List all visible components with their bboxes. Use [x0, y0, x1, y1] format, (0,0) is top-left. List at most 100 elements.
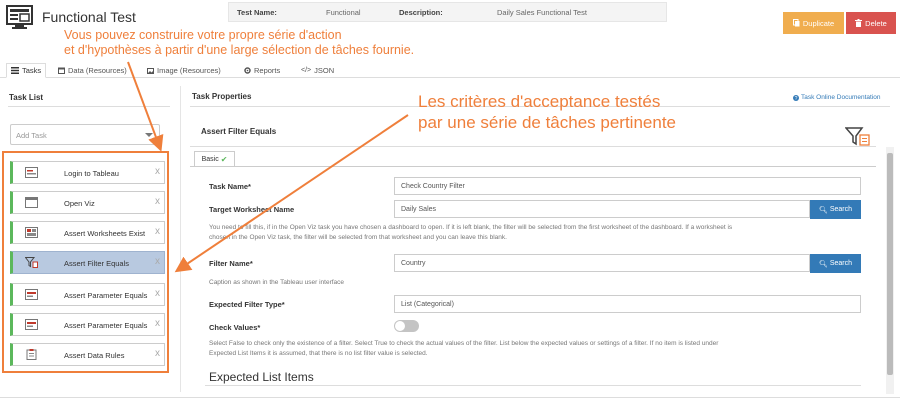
remove-task-icon[interactable]: x — [155, 226, 160, 237]
divider — [190, 166, 876, 167]
parameter-icon — [25, 319, 38, 330]
main-tabs: Tasks Data (Resources) Image (Resources)… — [0, 61, 900, 78]
remove-task-icon[interactable]: x — [155, 288, 160, 299]
add-task-select[interactable]: Add Task — [10, 124, 160, 145]
check-icon: ✔ — [220, 154, 228, 164]
task-list-highlight-box: Login to Tableau x Open Viz x Assert Wor… — [2, 151, 169, 373]
check-values-help: Select False to check only the existence… — [209, 339, 861, 359]
task-card-title: Assert Filter Equals — [201, 127, 277, 136]
divider — [205, 385, 861, 386]
expected-list-items-title: Expected List Items — [209, 370, 314, 384]
tab-image-label: Image (Resources) — [157, 66, 221, 75]
task-item-assert-parameter-equals[interactable]: Assert Parameter Equals x — [10, 283, 165, 306]
clipboard-icon — [26, 349, 37, 360]
check-values-help-line2: Expected List Items it is assumed, that … — [209, 350, 428, 357]
search-label: Search — [829, 206, 853, 213]
add-task-placeholder: Add Task — [16, 131, 47, 140]
annotation-acceptance-criteria: Les critères d'acceptance testés par une… — [418, 91, 818, 133]
list-icon — [11, 67, 19, 74]
task-label: Login to Tableau — [64, 169, 119, 178]
tab-tasks-label: Tasks — [22, 66, 42, 75]
remove-task-icon[interactable]: x — [155, 348, 160, 359]
expected-filter-type-select[interactable]: List (Categorical) — [394, 295, 861, 313]
check-values-label: Check Values* — [209, 323, 261, 332]
parameter-icon — [25, 289, 38, 300]
target-worksheet-input[interactable]: Daily Sales — [394, 200, 810, 218]
remove-task-icon[interactable]: x — [155, 256, 160, 267]
trash-icon — [855, 19, 863, 27]
annotation-arrow-left — [174, 114, 409, 273]
task-label: Open Viz — [64, 199, 95, 208]
task-item-login-to-tableau[interactable]: Login to Tableau x — [10, 161, 165, 184]
calendar-icon — [58, 67, 65, 74]
panel-divider — [180, 86, 181, 392]
toggle-knob — [395, 321, 405, 331]
filter-name-label: Filter Name* — [209, 259, 253, 268]
target-worksheet-help-line2: chosen in the Open Viz task, the filter … — [209, 234, 507, 241]
worksheet-icon — [25, 227, 38, 238]
delete-button[interactable]: Delete — [846, 12, 896, 34]
task-label: Assert Parameter Equals — [64, 321, 148, 330]
filter-name-help: Caption as shown in the Tableau user int… — [209, 279, 345, 286]
task-item-assert-data-rules[interactable]: Assert Data Rules x — [10, 343, 165, 366]
tab-reports[interactable]: Reports — [240, 63, 284, 78]
task-item-open-viz[interactable]: Open Viz x — [10, 191, 165, 214]
window-icon — [25, 197, 38, 208]
task-name-input[interactable]: Check Country Filter — [394, 177, 861, 195]
code-icon: </> — [301, 67, 312, 74]
annotation-acceptance-line1: Les critères d'acceptance testés — [418, 92, 661, 111]
filter-icon — [25, 257, 38, 268]
tab-basic[interactable]: Basic ✔ — [194, 151, 235, 167]
scrollbar-thumb[interactable] — [887, 153, 893, 375]
target-worksheet-help: You need to fill this, if in the Open Vi… — [209, 223, 861, 243]
expected-filter-type-label: Expected Filter Type* — [209, 300, 285, 309]
target-worksheet-help-line1: You need to fill this, if in the Open Vi… — [209, 224, 733, 231]
gear-icon — [244, 67, 251, 74]
target-worksheet-label: Target Worksheet Name — [209, 205, 295, 214]
annotation-task-series-line1: Vous pouvez construire votre propre séri… — [64, 28, 342, 42]
divider — [8, 106, 170, 107]
task-label: Assert Worksheets Exist — [64, 229, 146, 238]
divider — [0, 397, 900, 398]
login-icon — [25, 167, 38, 178]
remove-task-icon[interactable]: x — [155, 166, 160, 177]
task-label: Assert Filter Equals — [64, 259, 130, 268]
task-name-label: Task Name* — [209, 182, 251, 191]
duplicate-label: Duplicate — [802, 18, 835, 28]
test-name-label: Test Name: — [237, 8, 277, 17]
tab-data-label: Data (Resources) — [68, 66, 127, 75]
delete-label: Delete — [865, 18, 887, 28]
task-item-assert-filter-equals[interactable]: Assert Filter Equals x — [10, 251, 165, 274]
tab-reports-label: Reports — [254, 66, 281, 75]
test-name-value: Functional — [326, 8, 361, 17]
duplicate-button[interactable]: Duplicate — [783, 12, 844, 34]
filter-name-search-button[interactable]: 🔍︎ Search — [810, 254, 861, 273]
check-values-toggle[interactable] — [394, 320, 419, 332]
tab-image-resources[interactable]: Image (Resources) — [143, 63, 225, 78]
remove-task-icon[interactable]: x — [155, 318, 160, 329]
task-item-assert-parameter-equals[interactable]: Assert Parameter Equals x — [10, 313, 165, 336]
task-item-assert-worksheets-exist[interactable]: Assert Worksheets Exist x — [10, 221, 165, 244]
description-label: Description: — [399, 8, 443, 17]
tab-tasks[interactable]: Tasks — [6, 63, 47, 78]
divider — [190, 146, 876, 147]
tab-data-resources[interactable]: Data (Resources) — [54, 63, 131, 78]
task-label: Assert Parameter Equals — [64, 291, 148, 300]
check-values-help-line1: Select False to check only the existence… — [209, 340, 719, 347]
description-value: Daily Sales Functional Test — [497, 8, 587, 17]
target-worksheet-search-button[interactable]: 🔍︎ Search — [810, 200, 861, 219]
search-icon: 🔍︎ — [818, 260, 828, 268]
properties-scrollbar[interactable] — [886, 147, 894, 394]
annotation-task-series: Vous pouvez construire votre propre séri… — [64, 28, 524, 58]
app-title: Functional Test — [42, 9, 136, 25]
search-label: Search — [829, 260, 853, 267]
annotation-acceptance-line2: par une série de tâches pertinente — [418, 113, 677, 132]
tab-basic-label: Basic — [201, 155, 219, 163]
task-properties-title: Task Properties — [192, 92, 252, 101]
tab-json[interactable]: </> JSON — [297, 63, 338, 78]
image-icon — [147, 67, 154, 74]
remove-task-icon[interactable]: x — [155, 196, 160, 207]
tab-json-label: JSON — [314, 66, 335, 75]
copy-icon — [792, 19, 800, 27]
filter-name-input[interactable]: Country — [394, 254, 810, 272]
